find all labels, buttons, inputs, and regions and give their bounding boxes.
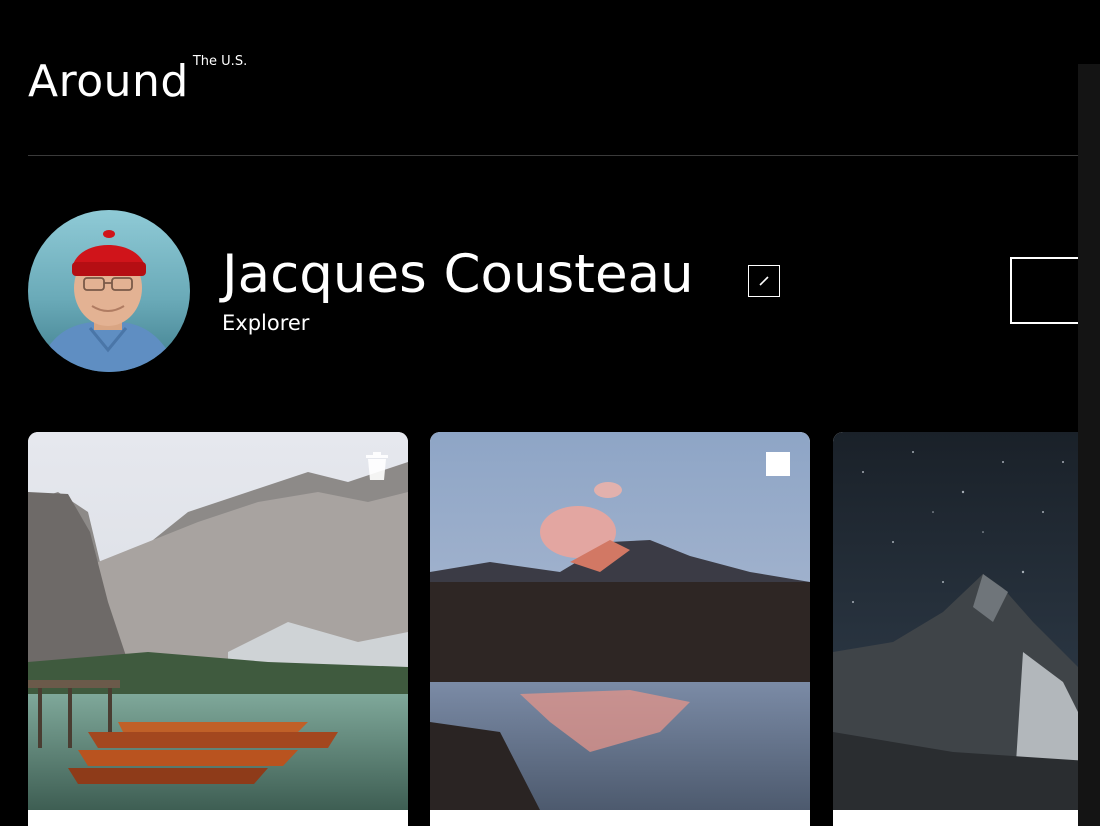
trash-icon (366, 452, 388, 480)
logo-main-text: Around (28, 56, 189, 107)
delete-card-button[interactable] (364, 452, 390, 480)
logo-superscript: The U.S. (192, 54, 248, 69)
like-icon (766, 452, 790, 476)
card-footer (430, 810, 810, 826)
card (833, 432, 1100, 826)
card-footer (833, 810, 1100, 826)
card-image[interactable] (28, 432, 408, 810)
avatar-photo (28, 210, 190, 372)
card-image[interactable] (833, 432, 1100, 810)
profile-name: Jacques Cousteau (222, 244, 694, 305)
card (430, 432, 810, 826)
edit-profile-button[interactable] (748, 265, 780, 297)
header-divider (28, 155, 1100, 156)
profile-role: Explorer (222, 311, 310, 335)
card (28, 432, 408, 826)
card-footer (28, 810, 408, 826)
avatar[interactable] (28, 210, 190, 372)
card-image[interactable] (430, 432, 810, 810)
scrollbar[interactable] (1078, 64, 1100, 826)
logo: Around The U.S. (28, 52, 247, 112)
like-card-button[interactable] (766, 452, 790, 476)
page: Around The U.S. Jacques Cousteau Explore… (0, 0, 1100, 826)
pencil-icon (759, 276, 769, 286)
